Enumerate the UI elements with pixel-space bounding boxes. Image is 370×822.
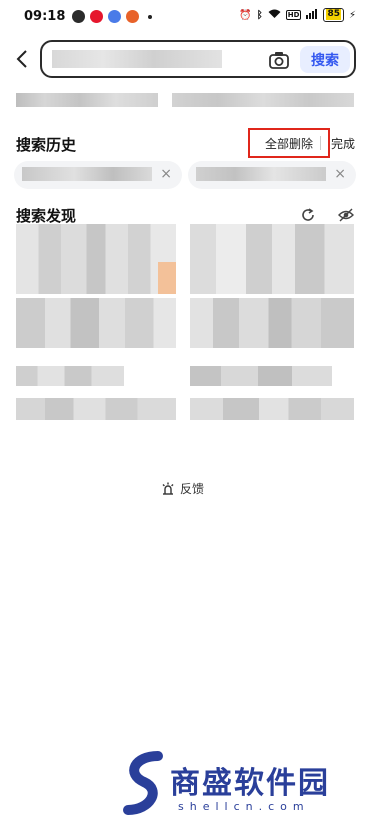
refresh-button[interactable]: [300, 207, 316, 223]
app-notification-icon: [108, 10, 121, 23]
feedback-icon: [162, 482, 174, 495]
discover-item-redacted[interactable]: [16, 298, 176, 348]
eye-off-icon: [338, 208, 354, 222]
battery-level: 85: [326, 9, 341, 20]
status-bar: 09:18 ⏰ ᛒ HD 85 ⚡: [0, 0, 370, 34]
camera-button[interactable]: [268, 50, 290, 70]
discover-item-thumbnail: [158, 262, 176, 294]
signal-icon: [306, 8, 318, 22]
battery-icon: 85: [323, 8, 344, 22]
done-button[interactable]: 完成: [331, 135, 355, 152]
watermark-domain: shellcn.com: [178, 800, 310, 813]
discover-item-redacted[interactable]: [16, 366, 124, 386]
charging-icon: ⚡: [348, 9, 356, 21]
history-title: 搜索历史: [16, 136, 77, 154]
status-indicators: ⏰ ᛒ HD 85 ⚡: [239, 8, 356, 22]
suggestion-right-redacted: [172, 93, 354, 107]
divider: [320, 136, 321, 150]
wifi-icon: [268, 9, 281, 22]
search-button[interactable]: 搜索: [300, 46, 350, 73]
discover-item-redacted[interactable]: [16, 398, 176, 420]
discover-item-redacted[interactable]: [16, 224, 176, 294]
refresh-icon: [302, 208, 314, 221]
wechat-icon: [72, 10, 85, 23]
hd-icon: HD: [285, 10, 302, 20]
status-time: 09:18: [24, 9, 66, 24]
history-chip-text-redacted: [22, 167, 152, 181]
search-query-redacted: [52, 50, 222, 68]
suggestion-left-redacted: [16, 93, 158, 107]
watermark-logo: [123, 751, 163, 815]
remove-history-button[interactable]: ×: [160, 166, 172, 182]
game-notification-icon: [126, 10, 139, 23]
back-button[interactable]: [10, 45, 34, 73]
feedback-button[interactable]: 反馈: [160, 480, 204, 497]
delete-all-label: 全部删除: [264, 136, 313, 151]
more-notifications-dot: [148, 15, 152, 19]
history-chip[interactable]: ×: [14, 161, 182, 189]
feedback-label: 反馈: [180, 482, 205, 496]
alarm-icon: ⏰: [239, 9, 252, 21]
chevron-left-icon: [16, 50, 27, 68]
history-chip-text-redacted: [196, 167, 326, 181]
hide-discover-button[interactable]: [338, 207, 354, 223]
bluetooth-icon: ᛒ: [256, 9, 263, 21]
discover-item-redacted[interactable]: [190, 366, 332, 386]
weibo-icon: [90, 10, 103, 23]
discover-title: 搜索发现: [16, 207, 77, 225]
history-chip[interactable]: ×: [188, 161, 356, 189]
discover-item-redacted[interactable]: [190, 298, 354, 348]
watermark: 商盛软件园 shellcn.com: [120, 750, 360, 820]
watermark-name: 商盛软件园: [170, 766, 330, 801]
discover-item-redacted[interactable]: [190, 224, 354, 294]
camera-icon: [269, 52, 289, 69]
discover-item-redacted[interactable]: [190, 398, 354, 420]
search-box[interactable]: 搜索: [40, 40, 356, 78]
remove-history-button[interactable]: ×: [334, 166, 346, 182]
delete-all-button[interactable]: 全部删除: [248, 128, 330, 158]
